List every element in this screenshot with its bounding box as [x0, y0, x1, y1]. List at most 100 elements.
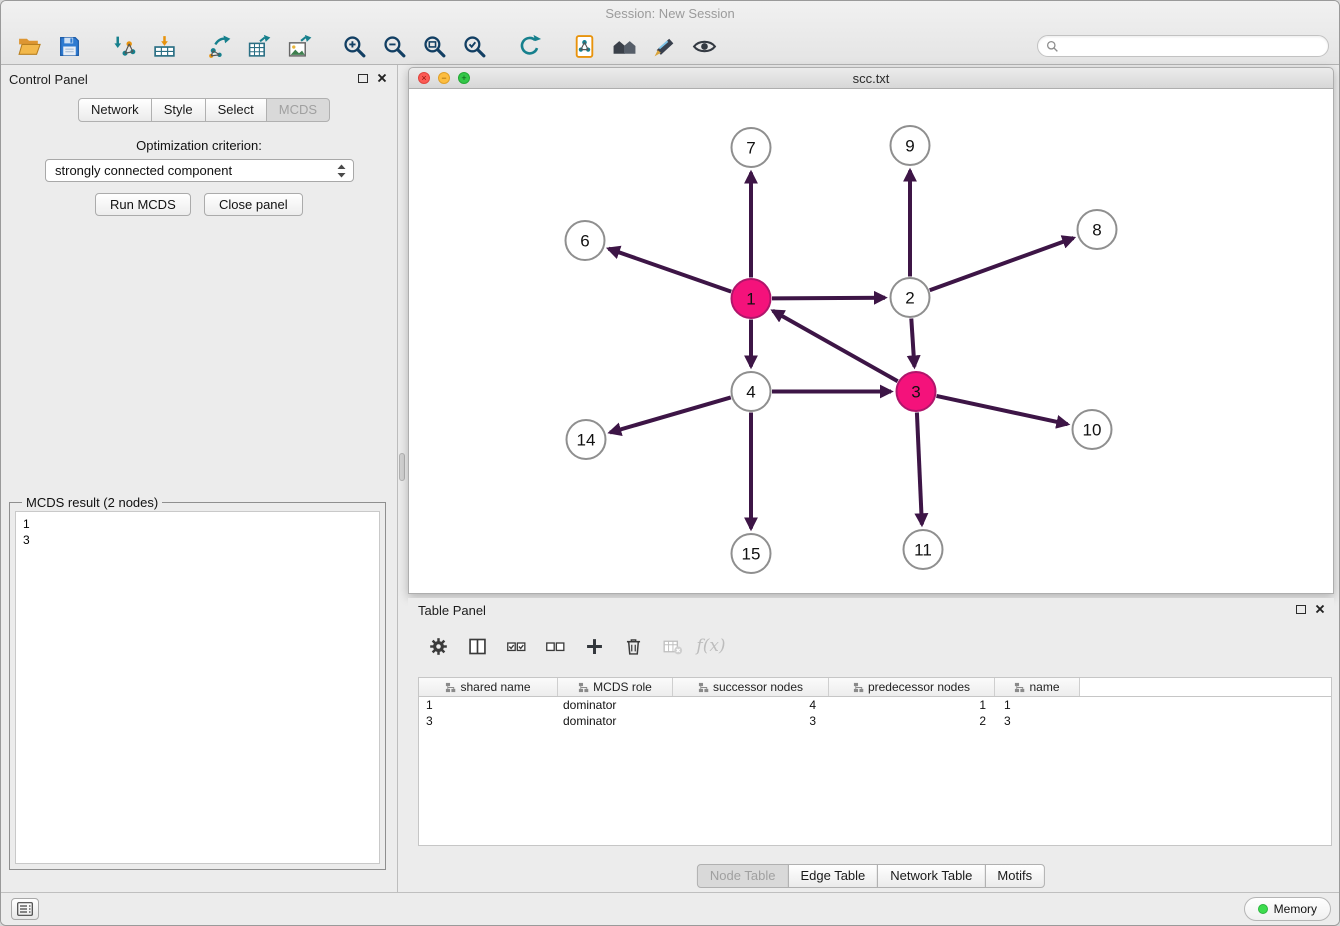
table-close-icon[interactable] [1315, 604, 1325, 614]
node-4[interactable]: 4 [732, 372, 771, 411]
node-10[interactable]: 10 [1073, 410, 1112, 449]
node-label: 8 [1092, 221, 1101, 240]
table-tab-network-table[interactable]: Network Table [877, 864, 985, 888]
edge-2-8[interactable] [930, 238, 1074, 290]
network-file-button[interactable] [564, 30, 604, 62]
node-9[interactable]: 9 [891, 126, 930, 165]
node-1[interactable]: 1 [732, 279, 771, 318]
tab-mcds[interactable]: MCDS [266, 98, 330, 122]
refresh-layout-button[interactable] [509, 30, 549, 62]
criterion-dropdown[interactable]: strongly connected component [45, 159, 354, 182]
table-cell[interactable]: dominator [558, 713, 673, 729]
export-image-button[interactable] [279, 30, 319, 62]
export-table-button[interactable] [239, 30, 279, 62]
table-float-icon[interactable] [1296, 605, 1306, 614]
deselect-all-button[interactable] [543, 633, 567, 659]
table-cell[interactable]: 3 [995, 713, 1080, 729]
zoom-in-button[interactable] [334, 30, 374, 62]
node-11[interactable]: 11 [904, 530, 943, 569]
table-cell[interactable]: 1 [419, 697, 558, 713]
table-panel-title: Table Panel [418, 603, 486, 618]
edge-3-1[interactable] [773, 311, 898, 381]
minimize-window-button[interactable]: − [438, 72, 450, 84]
application-window: Session: New Session Control Panel [0, 0, 1340, 926]
node-label: 7 [746, 139, 755, 158]
table-cell[interactable]: 1 [829, 697, 995, 713]
splitter-handle[interactable] [399, 453, 405, 481]
zoom-selected-button[interactable] [454, 30, 494, 62]
close-panel-icon[interactable] [377, 73, 387, 83]
table-panel-header: Table Panel [408, 598, 1334, 624]
tab-style[interactable]: Style [151, 98, 206, 122]
close-window-button[interactable]: × [418, 72, 430, 84]
show-hide-button[interactable] [684, 30, 724, 62]
column-header-shared-name[interactable]: shared name [419, 678, 558, 696]
table-cell[interactable]: 3 [673, 713, 829, 729]
delete-column-button[interactable] [621, 633, 645, 659]
edge-1-2[interactable] [772, 298, 885, 299]
tab-network[interactable]: Network [78, 98, 152, 122]
table-settings-button[interactable] [426, 633, 450, 659]
node-2[interactable]: 2 [891, 278, 930, 317]
edge-2-3[interactable] [911, 319, 914, 367]
node-8[interactable]: 8 [1078, 210, 1117, 249]
panel-selector-button[interactable] [11, 898, 39, 920]
edge-1-6[interactable] [609, 249, 732, 292]
search-box[interactable] [1037, 35, 1329, 57]
table-row[interactable]: 1dominator411 [419, 697, 1331, 713]
node-15[interactable]: 15 [732, 534, 771, 573]
run-mcds-button[interactable]: Run MCDS [95, 193, 191, 216]
node-3[interactable]: 3 [897, 372, 936, 411]
table-cell[interactable]: 4 [673, 697, 829, 713]
memory-button[interactable]: Memory [1244, 897, 1331, 921]
node-6[interactable]: 6 [566, 221, 605, 260]
import-network-button[interactable] [104, 30, 144, 62]
save-session-button[interactable] [49, 30, 89, 62]
delete-table-button[interactable] [660, 633, 684, 659]
table-cell[interactable]: dominator [558, 697, 673, 713]
search-input[interactable] [1059, 39, 1328, 53]
table-cell[interactable]: 2 [829, 713, 995, 729]
show-columns-button[interactable] [465, 633, 489, 659]
maximize-window-button[interactable]: + [458, 72, 470, 84]
float-panel-icon[interactable] [358, 74, 368, 83]
table-tab-edge-table[interactable]: Edge Table [787, 864, 878, 888]
column-header-MCDS-role[interactable]: MCDS role [558, 678, 673, 696]
column-header-label: name [1029, 680, 1059, 694]
main-toolbar-buttons [9, 30, 724, 62]
export-network-button[interactable] [199, 30, 239, 62]
table-row[interactable]: 3dominator323 [419, 713, 1331, 729]
tab-select[interactable]: Select [205, 98, 267, 122]
network-window-title: scc.txt [409, 71, 1333, 86]
node-14[interactable]: 14 [567, 420, 606, 459]
network-canvas[interactable]: 7 9 6 8 1 2 4 3 14 10 15 11 [408, 89, 1334, 594]
open-file-button[interactable] [9, 30, 49, 62]
edge-3-11[interactable] [917, 413, 922, 525]
column-header-successor-nodes[interactable]: successor nodes [673, 678, 829, 696]
network-window-titlebar[interactable]: × − + scc.txt [408, 67, 1334, 89]
edge-4-14[interactable] [610, 397, 731, 432]
mcds-result-group: MCDS result (2 nodes) 13 [9, 502, 386, 870]
table-cell[interactable]: 3 [419, 713, 558, 729]
table-tab-motifs[interactable]: Motifs [984, 864, 1045, 888]
column-header-predecessor-nodes[interactable]: predecessor nodes [829, 678, 995, 696]
attribute-icon [578, 682, 589, 693]
nested-networks-button[interactable] [604, 30, 644, 62]
table-tab-node-table[interactable]: Node Table [697, 864, 789, 888]
select-all-button[interactable] [504, 633, 528, 659]
zoom-out-button[interactable] [374, 30, 414, 62]
add-column-button[interactable] [582, 633, 606, 659]
zoom-fit-button[interactable] [414, 30, 454, 62]
import-table-button[interactable] [144, 30, 184, 62]
column-header-name[interactable]: name [995, 678, 1080, 696]
result-line: 1 [23, 516, 372, 532]
list-icon [17, 902, 33, 916]
node-7[interactable]: 7 [732, 128, 771, 167]
table-cell[interactable]: 1 [995, 697, 1080, 713]
title-bar[interactable]: Session: New Session [1, 1, 1339, 27]
function-builder-button[interactable]: f(x) [699, 633, 723, 659]
style-button[interactable] [644, 30, 684, 62]
edge-3-10[interactable] [937, 396, 1068, 424]
criterion-dropdown-value: strongly connected component [46, 163, 336, 178]
close-panel-button[interactable]: Close panel [204, 193, 303, 216]
